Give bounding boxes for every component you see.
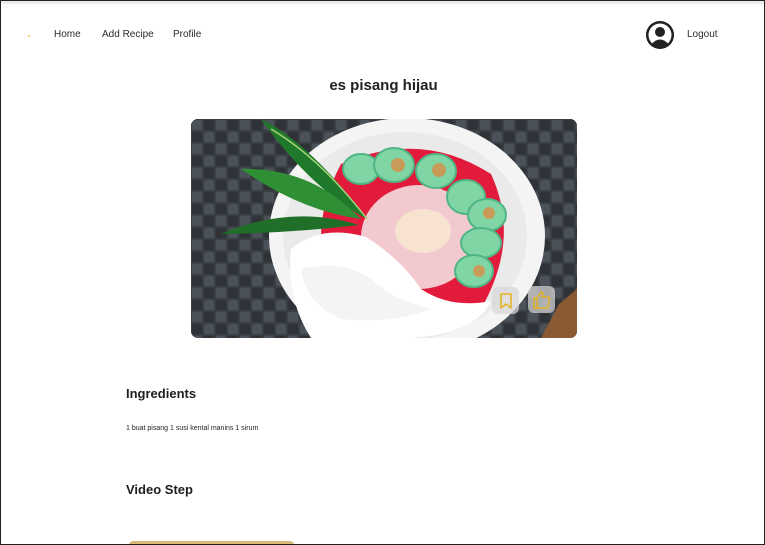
bookmark-icon	[499, 292, 512, 309]
bookmark-button[interactable]	[492, 287, 519, 314]
video-step-button[interactable]	[129, 541, 294, 544]
logout-link[interactable]: Logout	[687, 29, 718, 40]
brand-dot	[28, 35, 30, 37]
nav-profile-link[interactable]: Profile	[173, 29, 201, 40]
recipe-title: es pisang hijau	[329, 77, 438, 94]
navbar: Home Add Recipe Profile Logout	[1, 19, 764, 53]
nav-add-recipe-link[interactable]: Add Recipe	[102, 29, 154, 40]
nav-home-link[interactable]: Home	[54, 29, 81, 40]
app-window: Home Add Recipe Profile Logout es pisang…	[0, 0, 765, 545]
like-button[interactable]	[528, 286, 555, 313]
ingredients-text: 1 buat pisang 1 susi kental manins 1 sir…	[126, 425, 259, 432]
ingredients-heading: Ingredients	[126, 386, 197, 401]
recipe-image	[191, 119, 577, 338]
user-avatar-icon[interactable]	[646, 21, 674, 49]
thumbs-up-icon	[532, 290, 550, 309]
top-border	[1, 1, 764, 4]
video-step-heading: Video Step	[126, 482, 193, 497]
